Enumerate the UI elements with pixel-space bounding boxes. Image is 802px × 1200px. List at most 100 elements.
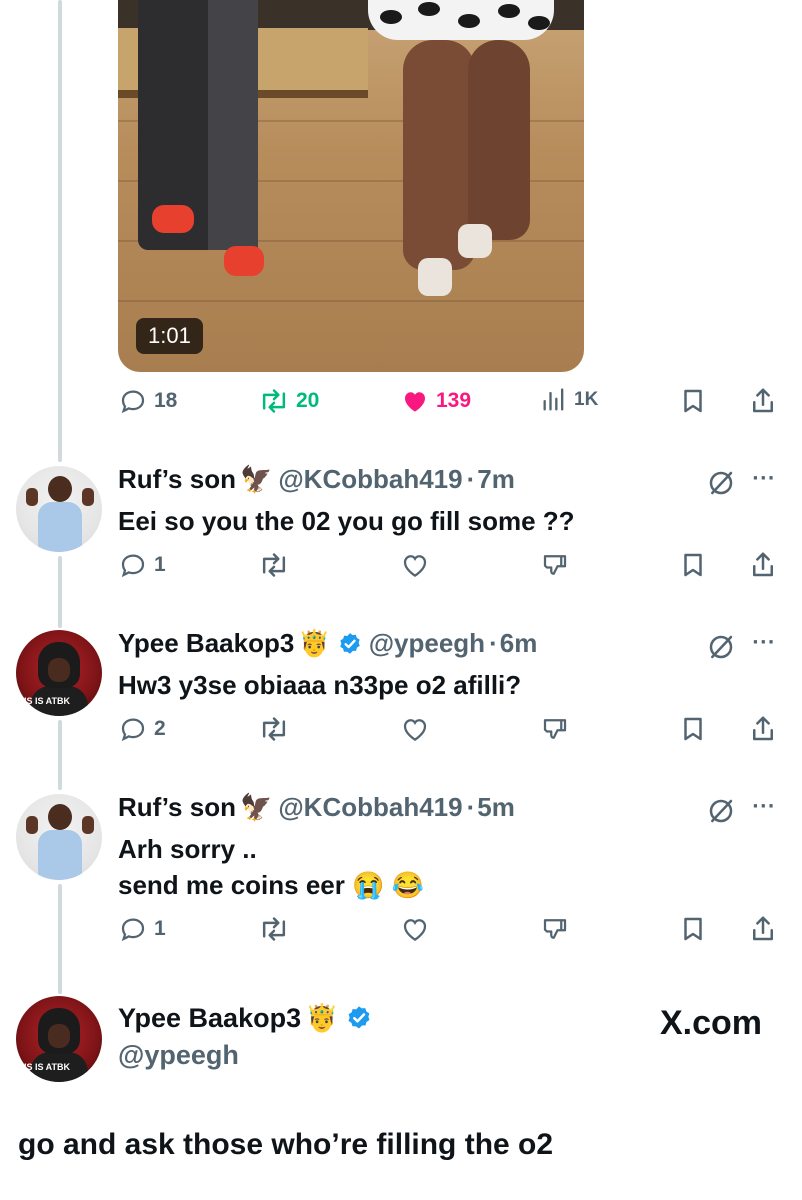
share-button[interactable] — [748, 386, 778, 416]
avatar-brand-text: US IS ATBK — [20, 1062, 71, 1072]
reply-text: Arh sorry .. — [118, 834, 257, 864]
avatar-brand-text: US IS ATBK — [20, 696, 71, 706]
post-text: go and ask those who’re filling the o2 — [18, 1128, 554, 1161]
separator-dot: · — [466, 464, 476, 494]
repost-icon — [262, 553, 286, 577]
reply-button[interactable]: 2 — [118, 714, 166, 744]
bookmark-button[interactable] — [678, 550, 708, 580]
like-button[interactable] — [400, 550, 430, 580]
reply-header: Ruf’s son 🦅 @KCobbah419 · 5m — [118, 792, 515, 823]
reply-button[interactable]: 1 — [118, 550, 166, 580]
downvote-button[interactable] — [540, 914, 570, 944]
repost-button[interactable]: 20 — [258, 386, 319, 416]
avatar[interactable]: US IS ATBK — [16, 630, 102, 716]
more-options-icon[interactable]: ··· — [752, 468, 776, 489]
like-button[interactable] — [400, 714, 430, 744]
repost-button[interactable] — [258, 714, 290, 744]
repost-icon — [262, 717, 286, 741]
grok-icon[interactable] — [706, 796, 736, 826]
repost-button[interactable] — [258, 550, 290, 580]
downvote-icon — [543, 919, 567, 939]
avatar[interactable] — [16, 466, 102, 552]
reply-icon — [121, 718, 145, 742]
user-handle[interactable]: @ypeegh — [118, 1040, 239, 1071]
reply-actions: 1 — [118, 550, 784, 590]
share-icon — [753, 552, 773, 577]
repost-icon — [262, 389, 286, 413]
reply-icon — [121, 390, 145, 414]
reply-text: send me coins eer 😭 😂 — [118, 870, 425, 900]
repost-count: 20 — [296, 389, 320, 412]
grok-icon[interactable] — [706, 632, 736, 662]
bookmark-icon — [684, 553, 702, 577]
share-button[interactable] — [748, 550, 778, 580]
reply-actions: 2 — [118, 714, 784, 754]
bookmark-button[interactable] — [678, 714, 708, 744]
views-button[interactable]: 1K — [540, 386, 598, 414]
prince-emoji: 🤴 — [298, 628, 331, 658]
grok-icon[interactable] — [706, 468, 736, 498]
reply-button[interactable]: 18 — [118, 386, 177, 416]
heart-icon — [403, 919, 427, 941]
final-post-header: Ypee Baakop3 🤴 — [118, 1002, 373, 1034]
reply-count: 18 — [154, 389, 178, 412]
display-name[interactable]: Ypee Baakop3 — [118, 1003, 301, 1034]
x-com-logo[interactable]: X.com — [660, 1004, 762, 1043]
separator-dot: · — [466, 792, 476, 822]
avatar[interactable]: US IS ATBK — [16, 996, 102, 1082]
repost-icon — [262, 917, 286, 941]
eagle-emoji: 🦅 — [239, 792, 273, 822]
heart-icon — [403, 555, 427, 577]
downvote-button[interactable] — [540, 714, 570, 744]
share-button[interactable] — [748, 914, 778, 944]
views-count: 1K — [574, 389, 599, 410]
eagle-emoji: 🦅 — [239, 464, 273, 494]
reply-text: Eei so you the 02 you go fill some ?? — [118, 506, 575, 536]
more-options-icon[interactable]: ··· — [752, 632, 776, 653]
reply-button[interactable]: 1 — [118, 914, 166, 944]
bookmark-icon — [684, 389, 702, 413]
timestamp[interactable]: 7m — [477, 464, 515, 495]
share-button[interactable] — [748, 714, 778, 744]
like-count: 139 — [436, 389, 472, 412]
separator-dot: · — [489, 628, 498, 658]
display-name[interactable]: Ruf’s son — [118, 792, 236, 823]
like-button[interactable]: 139 — [400, 386, 471, 416]
reply-count: 2 — [154, 717, 166, 740]
share-icon — [753, 716, 773, 741]
timestamp[interactable]: 6m — [500, 628, 538, 659]
user-handle[interactable]: @ypeegh — [369, 628, 485, 659]
share-icon — [753, 916, 773, 941]
reply-count: 1 — [154, 917, 166, 940]
verified-badge-icon — [339, 632, 360, 654]
verified-badge-icon — [348, 1006, 370, 1029]
user-handle[interactable]: @KCobbah419 — [278, 792, 462, 823]
reply-header: Ruf’s son 🦅 @KCobbah419 · 7m — [118, 464, 515, 495]
video-player[interactable]: 1:01 — [118, 0, 584, 372]
video-duration: 1:01 — [136, 318, 203, 354]
avatar[interactable] — [16, 794, 102, 880]
thread-line — [58, 556, 62, 628]
thread-line — [58, 884, 62, 994]
display-name[interactable]: Ypee Baakop3 — [118, 628, 294, 659]
bookmark-button[interactable] — [678, 386, 708, 416]
reply-icon — [121, 554, 145, 578]
views-icon — [543, 388, 564, 411]
bookmark-button[interactable] — [678, 914, 708, 944]
downvote-button[interactable] — [540, 550, 570, 580]
reply-header: Ypee Baakop3 🤴 @ypeegh · 6m — [118, 628, 537, 659]
like-button[interactable] — [400, 914, 430, 944]
downvote-icon — [543, 719, 567, 739]
share-icon — [753, 388, 773, 413]
timestamp[interactable]: 5m — [477, 792, 515, 823]
reply-icon — [121, 918, 145, 942]
repost-button[interactable] — [258, 914, 290, 944]
prince-emoji: 🤴 — [305, 1003, 339, 1033]
heart-icon — [403, 719, 427, 741]
thread-line — [58, 0, 62, 462]
downvote-icon — [543, 555, 567, 575]
display-name[interactable]: Ruf’s son — [118, 464, 236, 495]
reply-text: Hw3 y3se obiaaa n33pe o2 afilli? — [118, 670, 522, 700]
user-handle[interactable]: @KCobbah419 — [278, 464, 462, 495]
more-options-icon[interactable]: ··· — [752, 796, 776, 817]
